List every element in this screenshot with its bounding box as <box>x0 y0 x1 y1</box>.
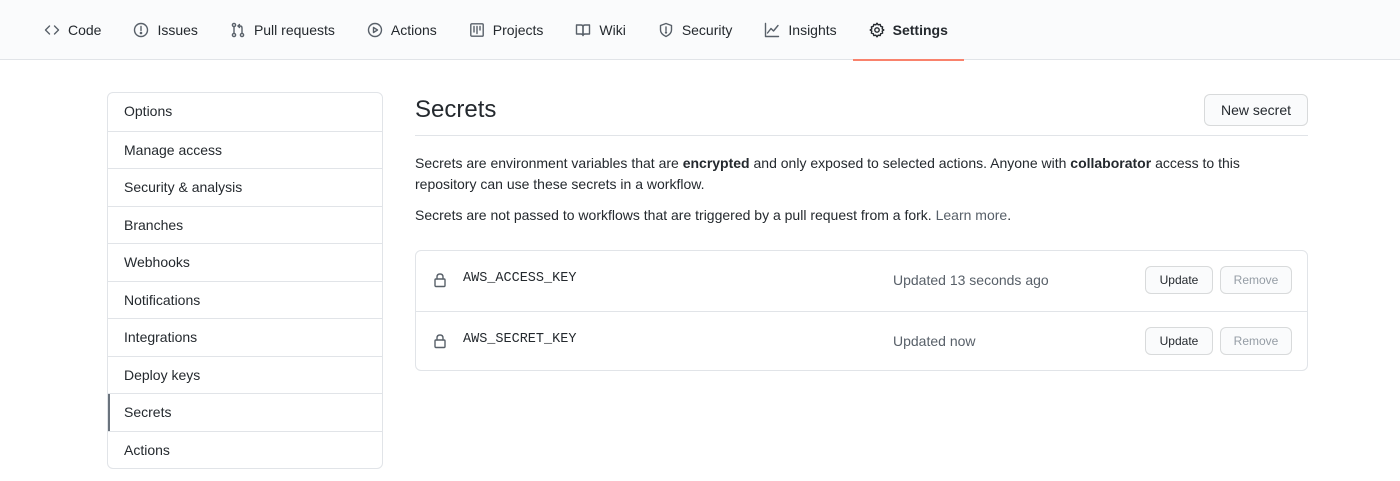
learn-more-link[interactable]: Learn more <box>936 207 1008 223</box>
subhead: Secrets New secret <box>415 92 1308 136</box>
description-bold-encrypted: encrypted <box>682 155 750 171</box>
tab-code[interactable]: Code <box>28 0 117 60</box>
issue-icon <box>133 22 149 38</box>
tab-projects[interactable]: Projects <box>453 0 560 60</box>
secret-updated-time: Updated now <box>893 332 976 349</box>
secret-name: AWS_ACCESS_KEY <box>463 271 577 286</box>
tab-label: Code <box>68 22 102 38</box>
fork-note: Secrets are not passed to workflows that… <box>415 205 1308 226</box>
sidebar-item-actions[interactable]: Actions <box>108 430 382 469</box>
tab-label: Pull requests <box>253 22 335 38</box>
description-text: and only exposed to selected actions. An… <box>749 155 1071 171</box>
description-text: Secrets are environment variables that a… <box>415 155 683 171</box>
tab-security[interactable]: Security <box>642 0 749 60</box>
tab-actions[interactable]: Actions <box>351 0 453 60</box>
project-icon <box>469 22 485 38</box>
sidebar-item-secrets[interactable]: Secrets <box>108 393 382 431</box>
sidebar-item-manage-access[interactable]: Manage access <box>108 130 382 169</box>
tab-insights[interactable]: Insights <box>748 0 852 60</box>
tab-issues[interactable]: Issues <box>117 0 213 60</box>
secrets-list: AWS_ACCESS_KEY Updated 13 seconds ago Up… <box>415 250 1308 371</box>
sidebar-item-security-analysis[interactable]: Security & analysis <box>108 168 382 206</box>
tab-settings[interactable]: Settings <box>852 0 965 61</box>
repository-nav: Code Issues Pull requests Actions Projec… <box>0 0 1400 61</box>
sidebar-item-notifications[interactable]: Notifications <box>108 280 382 319</box>
remove-secret-button[interactable]: Remove <box>1220 326 1292 355</box>
lock-icon <box>432 272 448 288</box>
page-title: Secrets <box>415 96 497 123</box>
tab-label: Actions <box>390 22 437 38</box>
update-secret-button[interactable]: Update <box>1145 326 1213 355</box>
remove-secret-button[interactable]: Remove <box>1220 266 1292 294</box>
tab-label: Issues <box>157 22 198 38</box>
new-secret-button[interactable]: New secret <box>1203 94 1308 126</box>
fork-note-text: Secrets are not passed to workflows that… <box>415 207 936 223</box>
secret-updated-time: Updated 13 seconds ago <box>893 272 1049 288</box>
settings-sidebar: Options Manage access Security & analysi… <box>107 92 383 469</box>
code-icon <box>44 22 60 38</box>
sidebar-item-options[interactable]: Options <box>108 93 382 131</box>
secrets-description: Secrets are environment variables that a… <box>415 153 1285 195</box>
tab-label: Settings <box>892 22 948 38</box>
gear-icon <box>869 22 885 38</box>
pull-request-icon <box>230 22 246 38</box>
sidebar-item-branches[interactable]: Branches <box>108 205 382 244</box>
secret-row: AWS_ACCESS_KEY Updated 13 seconds ago Up… <box>416 251 1307 311</box>
play-icon <box>367 22 383 38</box>
tab-pull-requests[interactable]: Pull requests <box>214 0 351 60</box>
tab-label: Insights <box>788 22 837 38</box>
update-secret-button[interactable]: Update <box>1145 266 1213 294</box>
sidebar-item-integrations[interactable]: Integrations <box>108 318 382 356</box>
tab-label: Wiki <box>599 22 626 38</box>
shield-icon <box>658 22 674 38</box>
secrets-panel: Secrets New secret Secrets are environme… <box>415 92 1308 371</box>
graph-icon <box>764 22 780 38</box>
sidebar-item-webhooks[interactable]: Webhooks <box>108 243 382 281</box>
secret-row: AWS_SECRET_KEY Updated now Update Remove <box>416 310 1307 371</box>
tab-wiki[interactable]: Wiki <box>559 0 641 60</box>
secret-name: AWS_SECRET_KEY <box>463 331 577 347</box>
sidebar-item-deploy-keys[interactable]: Deploy keys <box>108 355 382 394</box>
tab-label: Security <box>681 22 733 38</box>
repository-tabs: Code Issues Pull requests Actions Projec… <box>28 0 965 61</box>
book-icon <box>575 22 591 38</box>
tab-label: Projects <box>492 22 544 38</box>
description-bold-collaborator: collaborator <box>1070 155 1152 171</box>
lock-icon <box>432 333 448 349</box>
fork-note-end: . <box>1007 207 1012 223</box>
